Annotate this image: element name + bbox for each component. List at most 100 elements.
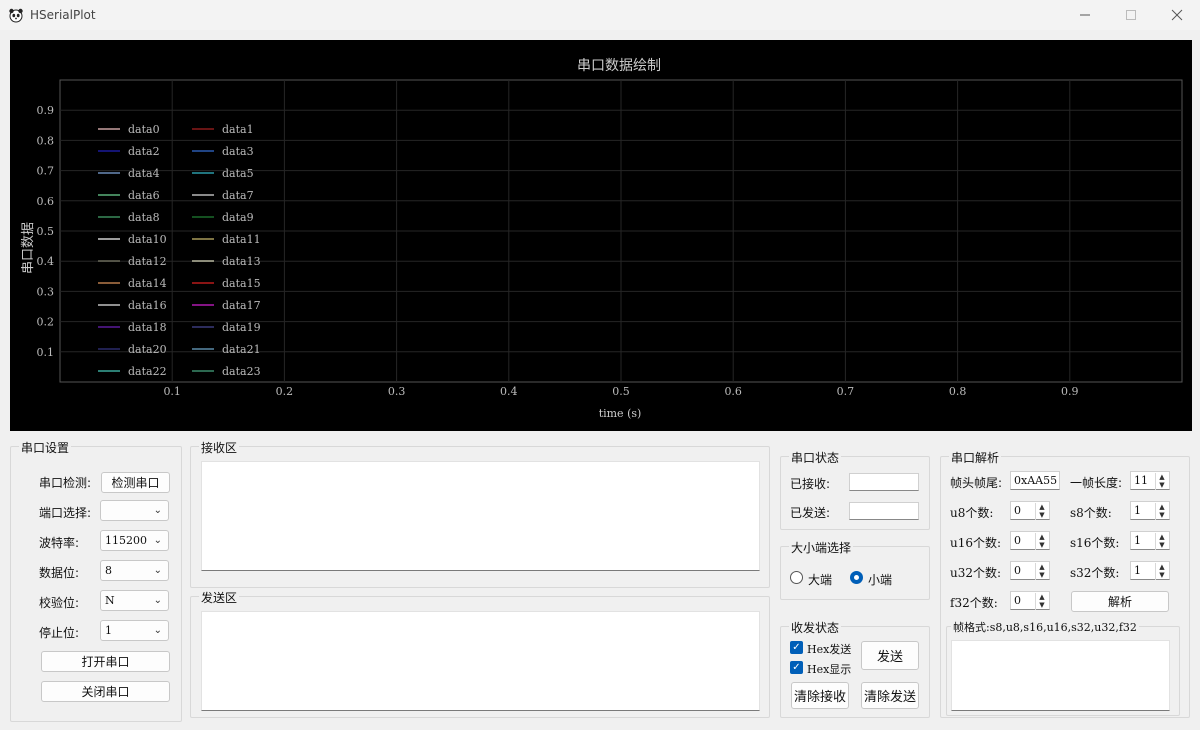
checkmark-icon: ✓ xyxy=(790,661,803,674)
legend-label: data14 xyxy=(128,277,167,290)
port-label: 端口选择: xyxy=(39,506,92,520)
y-tick-label: 0.6 xyxy=(37,195,55,208)
frame-format-textarea[interactable] xyxy=(951,640,1170,711)
u8-spinbox[interactable]: 0 ▲ ▼ xyxy=(1010,501,1050,520)
frame-length-label: 一帧长度: xyxy=(1070,476,1123,490)
spin-arrows-icon[interactable]: ▲ ▼ xyxy=(1155,533,1168,550)
spin-arrows-icon[interactable]: ▲ ▼ xyxy=(1035,503,1048,520)
x-tick-label: 0.3 xyxy=(388,385,406,398)
s8-spinbox[interactable]: 1 ▲ ▼ xyxy=(1130,501,1170,520)
legend-label: data13 xyxy=(222,255,261,268)
spin-arrows-icon[interactable]: ▲ ▼ xyxy=(1155,503,1168,520)
legend-label: data12 xyxy=(128,255,167,268)
u8-label: u8个数: xyxy=(950,506,994,520)
serial-settings-title: 串口设置 xyxy=(19,439,72,456)
clear-send-button[interactable]: 清除发送 xyxy=(861,682,919,709)
y-tick-label: 0.3 xyxy=(37,285,55,298)
y-tick-label: 0.7 xyxy=(37,165,55,178)
u8-value: 0 xyxy=(1014,504,1021,517)
s16-value: 1 xyxy=(1134,534,1141,547)
baud-label: 波特率: xyxy=(39,536,80,550)
frame-format-label: 帧格式:s8,u8,s16,u16,s32,u32,f32 xyxy=(951,619,1139,635)
frame-label: 帧头帧尾: xyxy=(950,476,1003,490)
s8-value: 1 xyxy=(1134,504,1141,517)
little-endian-radio[interactable] xyxy=(850,571,863,584)
minimize-icon xyxy=(1080,14,1090,16)
legend-label: data19 xyxy=(222,321,261,334)
legend-label: data6 xyxy=(128,189,160,202)
f32-value: 0 xyxy=(1014,594,1021,607)
f32-label: f32个数: xyxy=(950,596,998,610)
chart-title: 串口数据绘制 xyxy=(577,58,661,74)
u32-value: 0 xyxy=(1014,564,1021,577)
parity-value: N xyxy=(105,594,115,607)
sent-count-field xyxy=(849,502,919,520)
receive-textarea[interactable] xyxy=(201,461,760,571)
legend-label: data5 xyxy=(222,167,254,180)
s32-spinbox[interactable]: 1 ▲ ▼ xyxy=(1130,561,1170,580)
legend-label: data23 xyxy=(222,365,261,378)
frame-head-tail-field[interactable]: 0xAA55 xyxy=(1010,471,1060,490)
legend-label: data9 xyxy=(222,211,254,224)
legend-label: data21 xyxy=(222,343,261,356)
x-tick-label: 0.2 xyxy=(276,385,294,398)
big-endian-label: 大端 xyxy=(808,573,833,587)
baud-select[interactable]: 115200 ⌄ xyxy=(100,530,169,551)
clear-receive-button[interactable]: 清除接收 xyxy=(791,682,849,709)
detect-port-button[interactable]: 检测串口 xyxy=(101,472,170,493)
legend-label: data10 xyxy=(128,233,167,246)
endian-title: 大小端选择 xyxy=(789,539,854,556)
open-port-button[interactable]: 打开串口 xyxy=(41,651,170,672)
s16-spinbox[interactable]: 1 ▲ ▼ xyxy=(1130,531,1170,550)
s8-label: s8个数: xyxy=(1070,506,1112,520)
u32-spinbox[interactable]: 0 ▲ ▼ xyxy=(1010,561,1050,580)
spin-arrows-icon[interactable]: ▲ ▼ xyxy=(1035,533,1048,550)
spin-arrows-icon[interactable]: ▲ ▼ xyxy=(1035,593,1048,610)
y-tick-label: 0.1 xyxy=(37,346,55,359)
frame-length-spinbox[interactable]: 11 ▲ ▼ xyxy=(1130,471,1170,490)
spin-arrows-icon[interactable]: ▲ ▼ xyxy=(1155,563,1168,580)
chevron-down-icon: ⌄ xyxy=(153,595,162,606)
chevron-down-icon: ⌄ xyxy=(153,625,162,636)
parse-title: 串口解析 xyxy=(949,449,1002,466)
send-button[interactable]: 发送 xyxy=(861,641,919,670)
radio-checked-icon xyxy=(850,571,863,584)
baud-value: 115200 xyxy=(105,534,147,547)
parity-select[interactable]: N ⌄ xyxy=(100,590,169,611)
data-bits-value: 8 xyxy=(105,564,112,577)
port-select[interactable]: ⌄ xyxy=(100,500,169,521)
spin-arrows-icon[interactable]: ▲ ▼ xyxy=(1155,473,1168,490)
title-bar: HSerialPlot xyxy=(0,0,1200,30)
hex-send-checkbox[interactable]: ✓ xyxy=(790,641,803,654)
plot-canvas[interactable]: 0.1 0.2 0.3 0.4 0.5 0.6 0.7 0.8 0.9 0.9 0.8 0.7 0.6 0… xyxy=(10,40,1192,431)
legend-label: data15 xyxy=(222,277,261,290)
panda-icon xyxy=(9,8,23,23)
x-axis-label: time (s) xyxy=(598,407,642,420)
checkmark-icon: ✓ xyxy=(790,641,803,654)
maximize-button[interactable] xyxy=(1108,0,1154,30)
big-endian-radio[interactable] xyxy=(790,571,803,584)
y-tick-label: 0.4 xyxy=(37,255,55,268)
data-bits-select[interactable]: 8 ⌄ xyxy=(100,560,169,581)
close-button[interactable] xyxy=(1154,0,1200,30)
legend-label: data17 xyxy=(222,299,261,312)
spin-arrows-icon[interactable]: ▲ ▼ xyxy=(1035,563,1048,580)
serial-status-title: 串口状态 xyxy=(789,449,842,466)
y-tick-label: 0.5 xyxy=(37,225,55,238)
send-title: 发送区 xyxy=(199,589,240,606)
legend-label: data4 xyxy=(128,167,160,180)
hex-display-checkbox[interactable]: ✓ xyxy=(790,661,803,674)
close-port-button[interactable]: 关闭串口 xyxy=(41,681,170,702)
parse-button[interactable]: 解析 xyxy=(1071,591,1169,612)
y-axis-label: 串口数据 xyxy=(21,221,36,274)
f32-spinbox[interactable]: 0 ▲ ▼ xyxy=(1010,591,1050,610)
receive-title: 接收区 xyxy=(199,439,240,456)
minimize-button[interactable] xyxy=(1062,0,1108,30)
send-textarea[interactable] xyxy=(201,611,760,711)
u32-label: u32个数: xyxy=(950,566,1002,580)
legend-label: data8 xyxy=(128,211,160,224)
close-icon xyxy=(1171,9,1183,21)
hex-send-label: Hex发送 xyxy=(807,643,852,656)
stop-bits-select[interactable]: 1 ⌄ xyxy=(100,620,169,641)
u16-spinbox[interactable]: 0 ▲ ▼ xyxy=(1010,531,1050,550)
